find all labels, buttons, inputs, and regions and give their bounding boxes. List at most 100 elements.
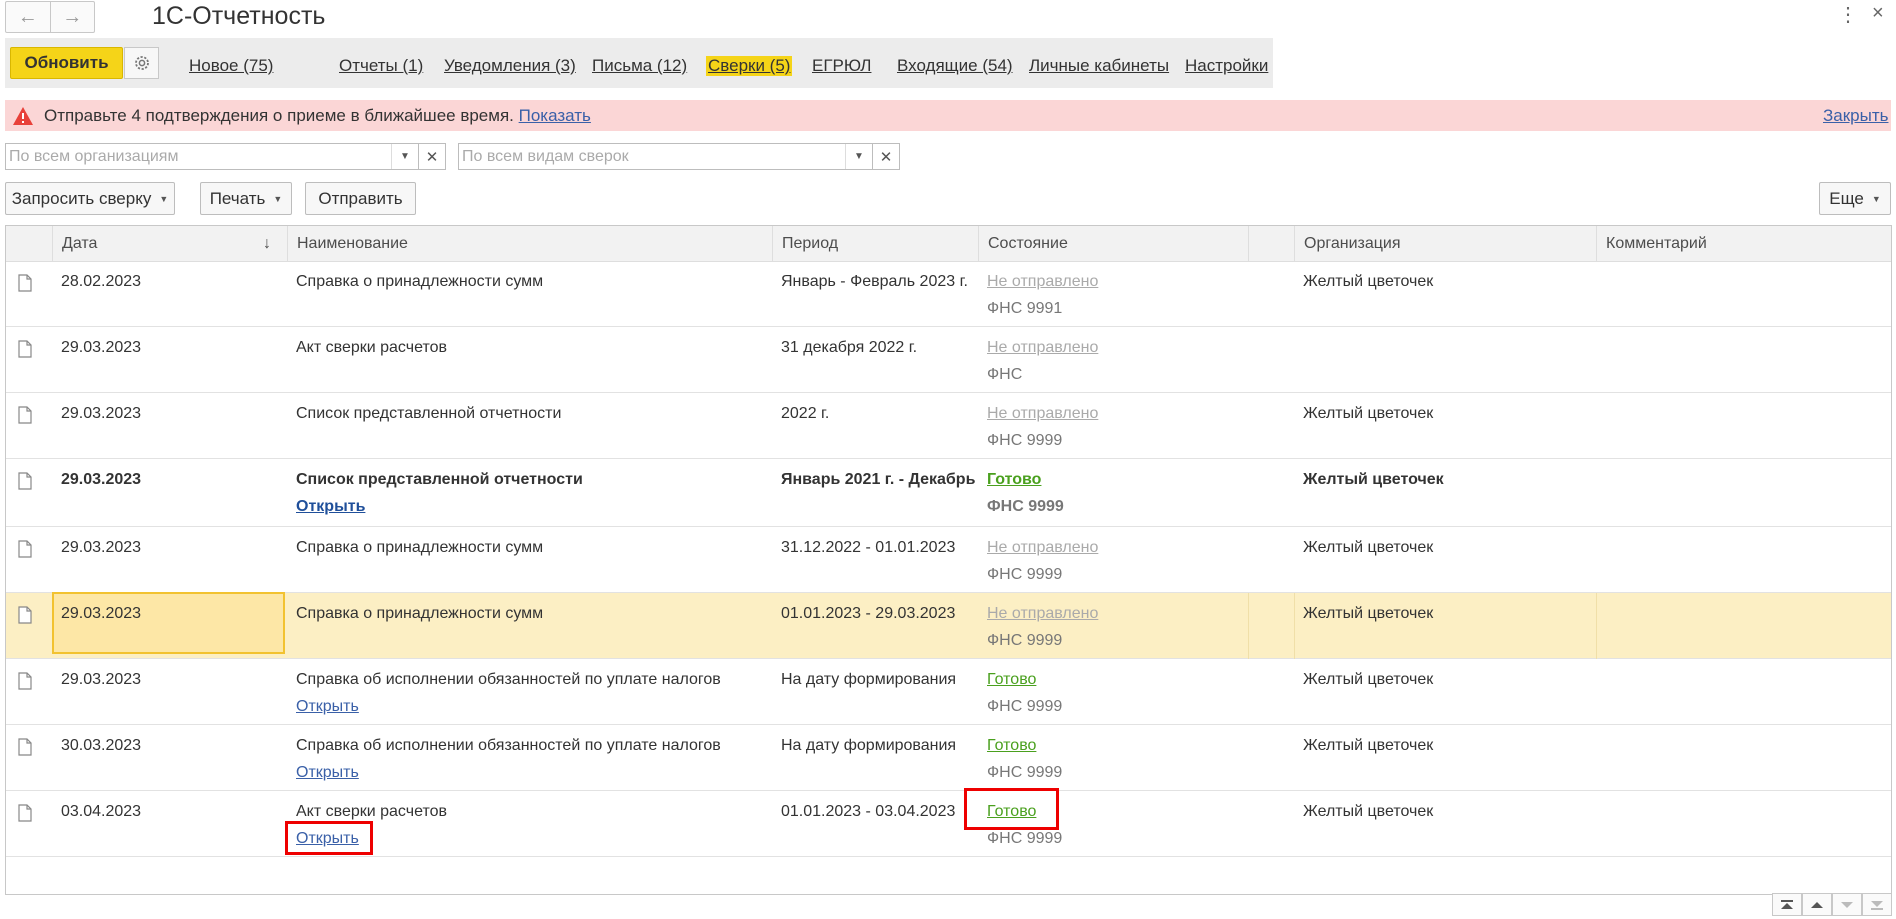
status-cell: Не отправлено ФНС 9999 [978,593,1248,650]
warning-text: Отправьте 4 подтверждения о приеме в бли… [44,106,591,126]
open-link[interactable]: Открыть [296,498,365,516]
period-value: Январь - Февраль 2023 г. [781,273,968,290]
organization-cell: Желтый цветочек [1294,725,1596,755]
table-row[interactable]: 29.03.2023 Список представленной отчетнос… [6,393,1891,459]
column-date-label: Дата [62,235,98,252]
organization-value: Желтый цветочек [1303,737,1434,754]
status-link[interactable]: Не отправлено [987,605,1098,622]
send-button[interactable]: Отправить [305,182,416,215]
date-value: 29.03.2023 [61,339,142,356]
tab-egrul[interactable]: ЕГРЮЛ [812,56,871,76]
date-value: 29.03.2023 [61,605,142,622]
tax-office-value: ФНС 9999 [987,632,1063,649]
clear-icon[interactable]: ✕ [418,144,445,169]
more-menu-icon[interactable]: ⋮ [1838,2,1858,27]
status-cell: Не отправлено ФНС 9999 [978,393,1248,450]
table-row[interactable]: 30.03.2023 Справка об исполнении обязанно… [6,725,1891,791]
highlight-ready-status [964,788,1059,830]
status-cell: Готово ФНС 9999 [978,725,1248,782]
back-arrow-icon[interactable]: ← [6,2,50,32]
status-link[interactable]: Готово [987,471,1041,488]
column-status[interactable]: Состояние [978,226,1248,261]
column-organization[interactable]: Организация [1294,226,1596,261]
status-link[interactable]: Не отправлено [987,539,1098,556]
scroll-bottom-button[interactable] [1862,893,1892,916]
date-value: 30.03.2023 [61,737,142,754]
name-value: Справка о принадлежности сумм [296,539,544,556]
name-value: Справка о принадлежности сумм [296,273,544,290]
table-row[interactable]: 29.03.2023 Справка об исполнении обязанно… [6,659,1891,725]
date-cell: 30.03.2023 [52,725,287,755]
period-value: 2022 г. [781,405,830,422]
table-row[interactable]: 29.03.2023 Справка о принадлежности сумм 0… [6,592,1891,659]
scroll-down-button[interactable] [1832,893,1862,916]
print-button[interactable]: Печать ▼ [200,182,292,215]
tab-reports[interactable]: Отчеты (1) [339,56,423,76]
tab-incoming[interactable]: Входящие (54) [897,56,1013,76]
tab-letters[interactable]: Письма (12) [592,56,687,76]
tax-office-value: ФНС 9999 [987,566,1063,583]
status-link[interactable]: Готово [987,737,1036,754]
table-row[interactable]: 29.03.2023 Список представленной отчетнос… [6,459,1891,527]
period-cell: Январь - Февраль 2023 г. [772,261,978,291]
status-link[interactable]: Готово [987,671,1036,688]
new-link[interactable]: Новое (75) [189,56,273,76]
column-date[interactable]: Дата ↓ [52,226,287,261]
tab-notifications[interactable]: Уведомления (3) [444,56,576,76]
request-reconciliation-button[interactable]: Запросить сверку ▼ [5,182,175,215]
organization-value: Желтый цветочек [1303,605,1434,622]
date-value: 29.03.2023 [61,405,142,422]
scroll-top-button[interactable] [1772,893,1802,916]
document-icon [18,672,32,695]
column-comment[interactable]: Комментарий [1596,226,1891,261]
status-cell: Готово ФНС 9999 [978,459,1248,516]
status-link[interactable]: Не отправлено [987,405,1098,422]
period-cell: Январь 2021 г. - Декабрь [772,459,978,489]
more-button[interactable]: Еще ▼ [1819,182,1891,215]
reconciliation-type-filter[interactable]: По всем видам сверок ▼ ✕ [458,143,900,170]
settings-gear-button[interactable] [124,47,159,79]
forward-arrow-icon[interactable]: → [49,2,95,32]
table-row[interactable]: 29.03.2023 Справка о принадлежности сумм 3… [6,527,1891,593]
clear-icon[interactable]: ✕ [872,144,899,169]
status-link[interactable]: Не отправлено [987,273,1098,290]
organization-value: Желтый цветочек [1303,671,1434,688]
date-cell: 29.03.2023 [52,393,287,423]
tax-office-value: ФНС 9999 [987,698,1063,715]
date-cell: 28.02.2023 [52,261,287,291]
open-link[interactable]: Открыть [296,764,359,782]
dropdown-arrow-icon[interactable]: ▼ [845,144,872,169]
close-window-icon[interactable]: × [1872,2,1884,25]
name-cell: Справка о принадлежности сумм [287,261,772,291]
update-button[interactable]: Обновить [10,47,123,79]
period-cell: 01.01.2023 - 29.03.2023 [772,593,978,623]
scroll-up-button[interactable] [1802,893,1832,916]
organization-filter[interactable]: По всем организациям ▼ ✕ [5,143,446,170]
name-cell: Список представленной отчетности [287,393,772,423]
period-value: 01.01.2023 - 29.03.2023 [781,605,956,622]
request-reconciliation-label: Запросить сверку [11,188,152,208]
table-row[interactable]: 28.02.2023 Справка о принадлежности сумм Я… [6,261,1891,327]
name-cell: Справка о принадлежности сумм [287,527,772,557]
organization-value: Желтый цветочек [1303,803,1434,820]
close-banner-link[interactable]: Закрыть [1823,106,1888,126]
tab-reconciliations[interactable]: Сверки (5) [706,56,793,76]
tab-personal-accounts[interactable]: Личные кабинеты [1029,56,1169,76]
tab-settings[interactable]: Настройки [1185,56,1268,76]
name-value: Список представленной отчетности [296,471,583,488]
show-link[interactable]: Показать [519,106,591,125]
period-cell: 31 декабря 2022 г. [772,327,978,357]
tax-office-value: ФНС [987,366,1023,383]
column-period[interactable]: Период [772,226,978,261]
dropdown-arrow-icon[interactable]: ▼ [391,144,418,169]
organization-value: Желтый цветочек [1303,471,1444,488]
table-row[interactable]: 29.03.2023 Акт сверки расчетов 31 декабря … [6,327,1891,393]
document-icon [18,804,32,827]
status-link[interactable]: Не отправлено [987,339,1098,356]
open-link[interactable]: Открыть [296,698,359,716]
organization-cell: Желтый цветочек [1294,459,1596,489]
column-name[interactable]: Наименование [287,226,772,261]
period-cell: На дату формирования [772,659,978,689]
status-cell: Не отправлено ФНС 9999 [978,527,1248,584]
window-title: 1С-Отчетность [152,2,326,30]
